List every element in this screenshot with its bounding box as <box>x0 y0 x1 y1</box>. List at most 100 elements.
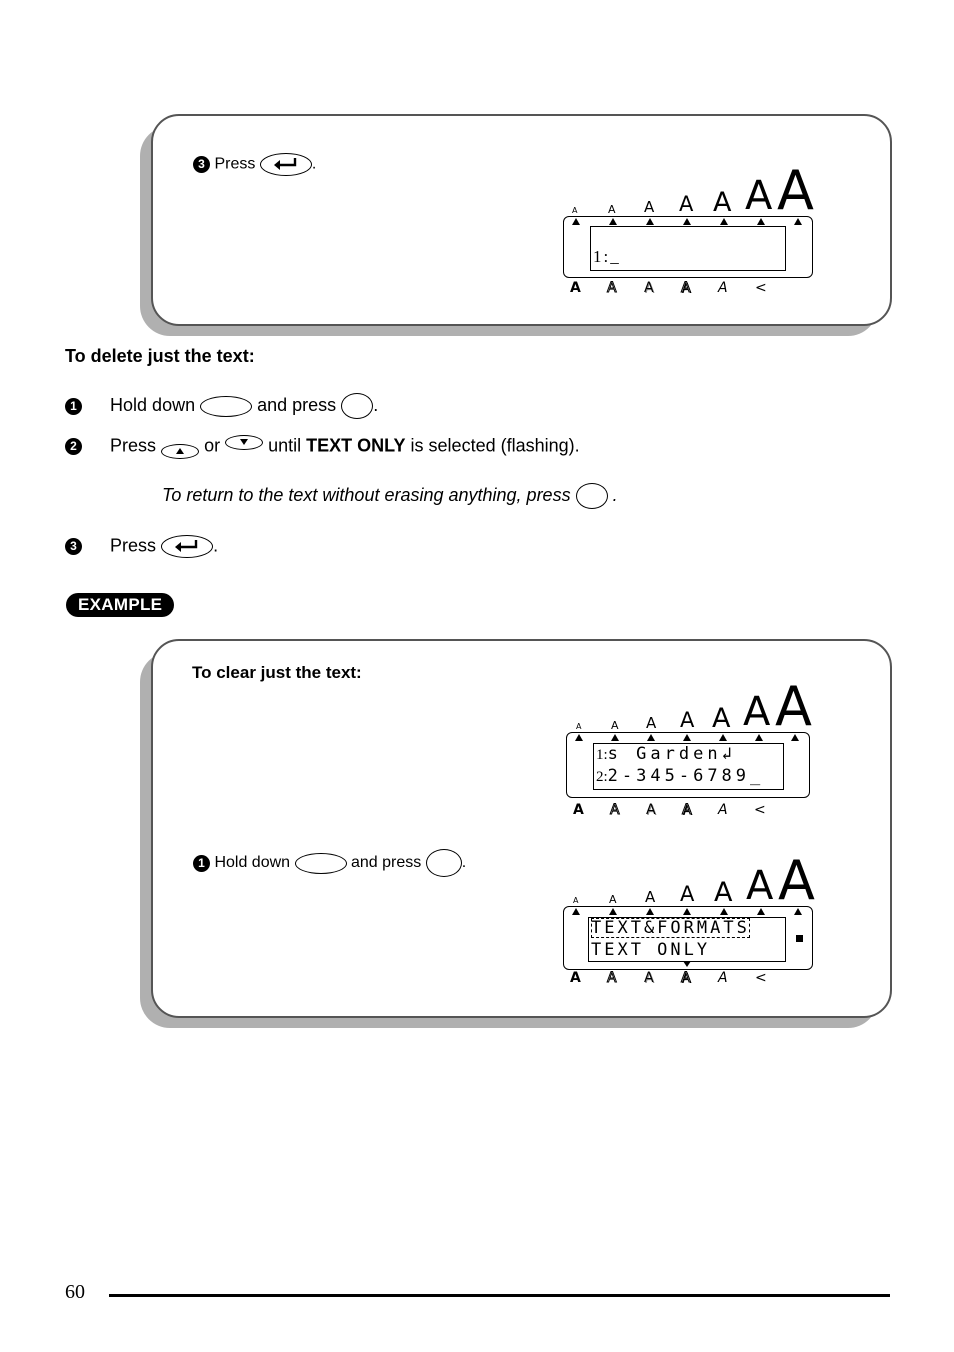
size-indicator: A <box>712 703 731 734</box>
style-bold: A <box>573 802 584 818</box>
lcd-line-1: 1:_ <box>593 247 621 266</box>
example-heading: To clear just the text: <box>192 663 362 682</box>
arrow-up-icon <box>176 448 185 454</box>
step-text: and press <box>257 394 337 415</box>
style-outline: A <box>610 802 621 819</box>
size-indicator: A <box>646 714 657 732</box>
size-indicators: A A A A A A A <box>566 675 826 738</box>
step-suffix: . <box>311 155 317 173</box>
code-key <box>200 395 253 417</box>
step-text: Hold down <box>214 854 291 872</box>
line-text: s Garden↲ <box>607 744 736 764</box>
indicator-tick <box>609 908 617 915</box>
style-bold: A <box>570 970 581 986</box>
size-indicator: A <box>572 206 578 215</box>
size-indicator: A <box>611 719 619 732</box>
lcd-frame: TEXT&FORMATS TEXT ONLY <box>563 906 813 970</box>
step-text: Press <box>110 535 157 556</box>
step-number-badge: 3 <box>193 156 210 173</box>
style-shadow: A <box>644 280 654 296</box>
lcd-line-1-flashing: TEXT&FORMATS <box>591 918 750 938</box>
style-italic: A <box>718 280 728 296</box>
enter-key <box>259 153 312 176</box>
size-indicators: A A A A A A A <box>563 159 823 222</box>
cursor-down-key <box>225 435 264 450</box>
lcd-frame: 1:_ <box>563 216 813 278</box>
lcd-frame: 1:s Garden↲ 2:2-345-6789_ <box>566 732 810 798</box>
step-text: or <box>204 435 221 456</box>
style-indicators: A A A A A < <box>569 970 809 988</box>
size-indicator: A <box>777 159 814 222</box>
indicator-tick <box>719 734 727 741</box>
step-text: is selected (flashing). <box>410 435 580 456</box>
style-italic: A <box>718 802 728 818</box>
top-step-3: 3 Press . <box>193 153 316 176</box>
code-key <box>294 852 347 874</box>
style-shadow: A <box>646 802 656 818</box>
size-indicator: A <box>714 877 733 908</box>
footer-rule <box>109 1294 890 1297</box>
size-indicator: A <box>713 187 732 218</box>
indicator-tick <box>794 908 802 915</box>
size-indicator: A <box>680 882 695 906</box>
size-indicator: A <box>609 893 617 906</box>
style-italic: A <box>718 970 728 986</box>
indicator-tick <box>646 908 654 915</box>
lcd-line-2: TEXT ONLY <box>591 940 711 960</box>
page-number: 60 <box>65 1281 85 1303</box>
size-indicator: A <box>679 192 694 216</box>
enter-arrow-icon <box>273 158 297 170</box>
step-text: Press <box>214 155 256 173</box>
enter-arrow-icon <box>175 540 198 552</box>
indicator-tick <box>609 218 617 225</box>
indicator-tick <box>794 218 802 225</box>
note-suffix: . <box>612 484 618 505</box>
size-indicator: A <box>743 689 771 735</box>
line-number: 1: <box>596 747 608 763</box>
style-outline-shadow: A <box>681 280 692 297</box>
size-indicator: A <box>645 888 656 906</box>
scroll-down-indicator <box>683 961 691 967</box>
lcd-line-2: 2:2-345-6789_ <box>596 766 764 786</box>
indicator-tick <box>683 218 691 225</box>
delete-step-1: 1 Hold down and press . <box>65 393 378 419</box>
indicator-tick <box>646 218 654 225</box>
step-suffix: . <box>373 394 379 415</box>
size-indicator: A <box>745 173 773 219</box>
indicator-tick <box>683 908 691 915</box>
indicator-tick <box>757 908 765 915</box>
step-text: Hold down <box>110 394 196 415</box>
size-indicator: A <box>746 863 774 909</box>
step-text: and press <box>350 854 422 872</box>
indicator-tick <box>720 908 728 915</box>
size-indicator: A <box>778 849 815 912</box>
return-note: To return to the text without erasing an… <box>162 483 618 509</box>
line-number: 2: <box>596 769 608 785</box>
size-indicator: A <box>680 708 695 732</box>
lcd-screen: 1:_ <box>590 226 786 271</box>
step-number-badge: 1 <box>65 397 82 415</box>
style-indicators: A A A A A < <box>569 280 809 298</box>
indicator-tick <box>791 734 799 741</box>
delete-step-3: 3 Press . <box>65 535 218 558</box>
style-vertical: < <box>755 970 767 986</box>
step-suffix: . <box>213 535 219 556</box>
example-step-1: 1 Hold down and press . <box>193 849 466 877</box>
size-indicator: A <box>775 675 812 738</box>
indicator-tick <box>572 218 580 225</box>
step-number-badge: 3 <box>65 538 82 555</box>
size-indicator: A <box>576 722 582 731</box>
lcd-line-1: 1:s Garden↲ <box>596 744 736 764</box>
note-text: To return to the text without erasing an… <box>162 484 571 505</box>
style-indicators: A A A A A < <box>572 802 812 820</box>
step-text: until <box>268 435 302 456</box>
style-outline: A <box>607 280 618 297</box>
cursor-block-icon <box>796 935 803 942</box>
indicator-tick <box>572 908 580 915</box>
indicator-tick <box>683 734 691 741</box>
section-heading: To delete just the text: <box>65 346 255 366</box>
style-bold: A <box>570 280 581 296</box>
line-text: 2-345-6789_ <box>607 766 765 786</box>
step-number-badge: 2 <box>65 438 82 455</box>
example-badge: EXAMPLE <box>66 593 175 617</box>
